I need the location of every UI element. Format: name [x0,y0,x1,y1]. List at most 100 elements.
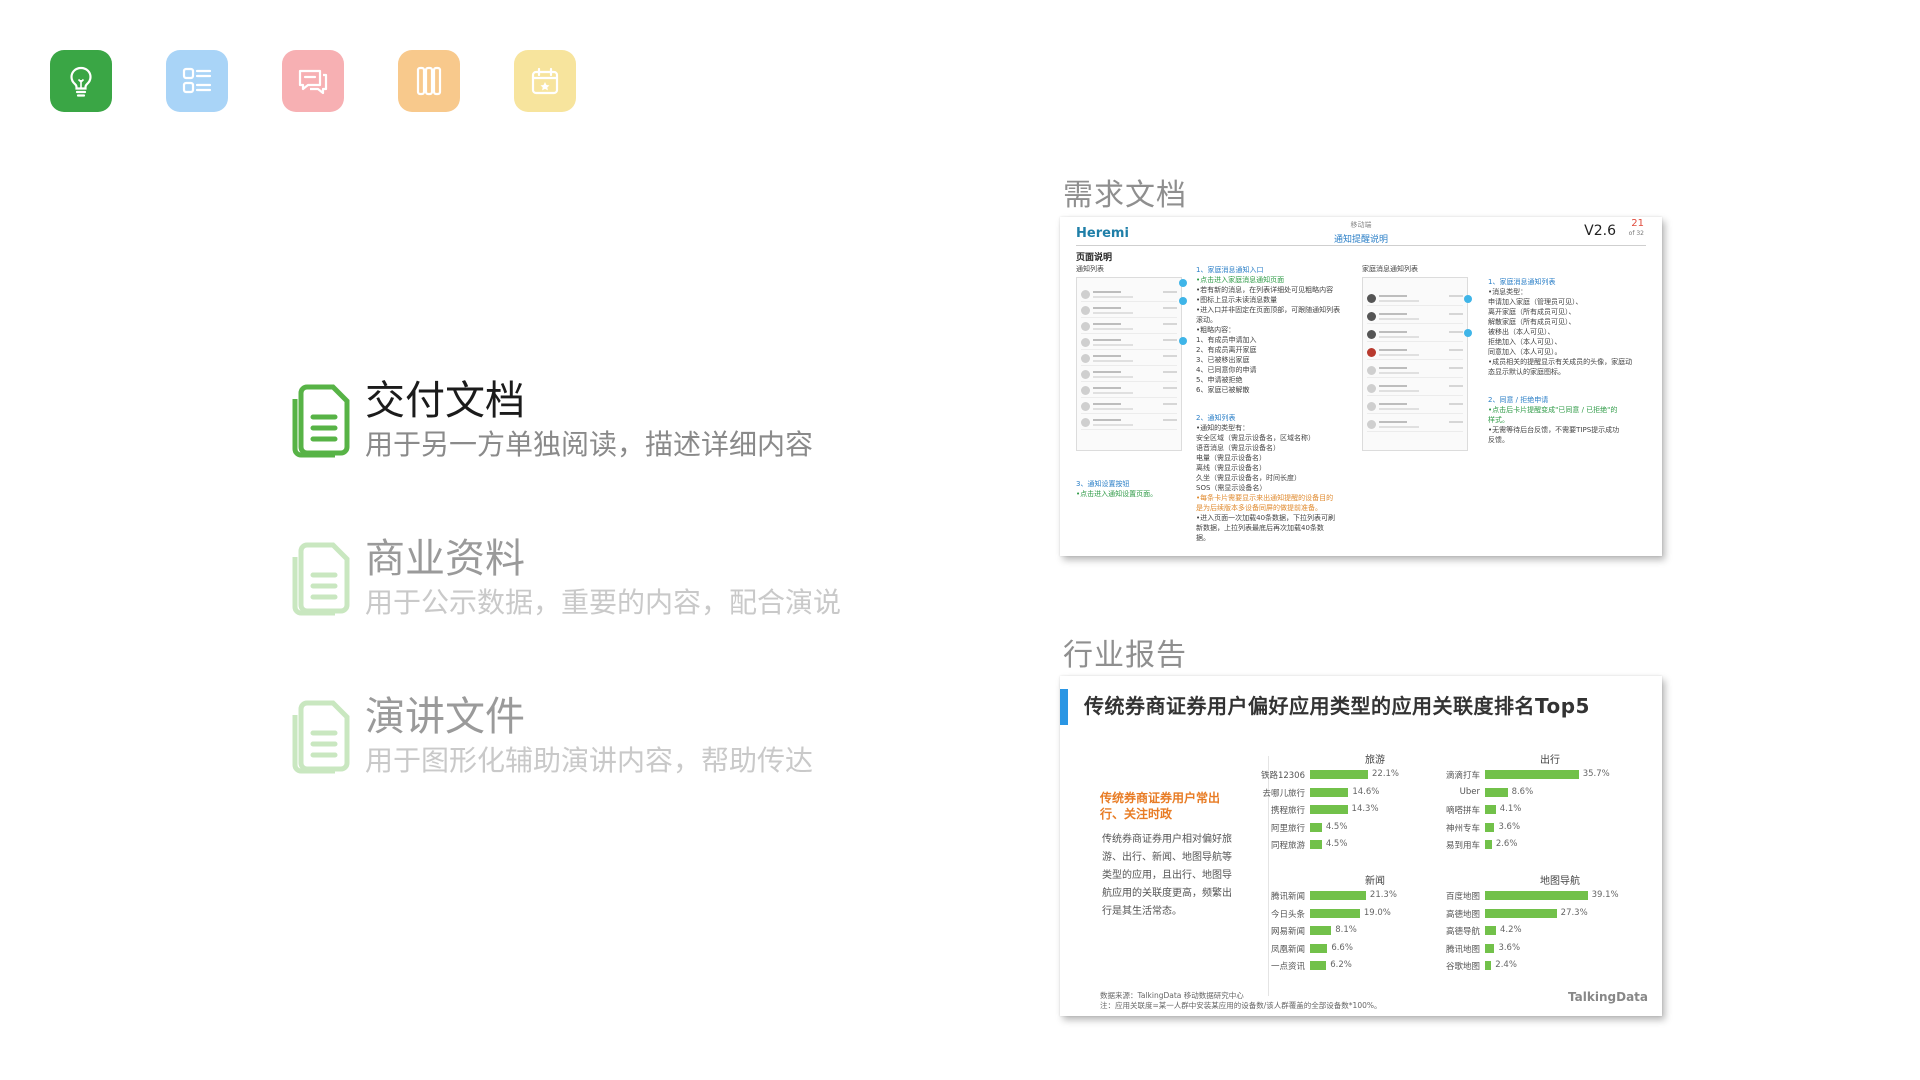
note-approve-title: 2、同意 / 拒绝申请 [1488,396,1549,404]
category-label: 腾讯新闻 [1270,892,1305,902]
note-entry-body: •若有新的消息，在列表详细处可见粗略内容 •图标上显示未读消息数量 •进入口并非… [1196,286,1341,394]
list-icon [182,67,212,94]
bar [1485,770,1579,779]
bar [1485,822,1495,832]
note-settings-action: •点击进入通知设置页面。 [1076,490,1158,498]
bar [1310,908,1360,918]
chat-app-icon[interactable] [282,50,344,112]
requirement-heading: 需求文档 [1063,178,1187,213]
list-item [1367,364,1463,378]
value-label: 14.3% [1351,804,1379,814]
category-label: 携程旅行 [1270,806,1305,816]
doc-list-item-delivery[interactable]: 交付文档 用于另一方单独阅读，描述详细内容 [283,377,813,463]
list-app-icon[interactable] [166,50,228,112]
category-label: 一点资讯 [1270,962,1305,972]
value-label: 2.4% [1495,960,1517,970]
slide-subtitle: 通知提醒说明 [1333,235,1388,245]
lightbulb-app-icon[interactable] [50,50,112,112]
list-item [1081,336,1177,350]
bar [1485,943,1495,953]
note-approve-body: •无需等待后台反馈，不需要TIPS提示成功 反馈。 [1488,426,1620,444]
value-label: 21.3% [1369,890,1397,900]
section-title: 页面说明 [1076,253,1113,263]
list-item [1367,400,1463,414]
bar [1310,822,1322,832]
annotation-marker [1464,329,1472,337]
category-label: 腾讯地图 [1445,944,1480,955]
doc-list-item-business[interactable]: 商业资料 用于公示数据，重要的内容，配合演说 [283,535,841,621]
list-item [1081,288,1177,302]
bar [1310,891,1366,900]
value-label: 6.6% [1331,942,1353,953]
title-accent-bar [1060,689,1068,725]
category-label: 高德地图 [1445,909,1480,920]
list-item [1081,384,1177,398]
value-label: 14.6% [1352,786,1380,797]
bar [1485,787,1508,797]
list-item [1081,400,1177,414]
document-icon [292,542,350,616]
page-total: of 32 [1628,230,1644,237]
industry-report-slide[interactable]: 传统券商证券用户偏好应用类型的应用关联度排名Top5 传统券商证券用户常出 行、… [1060,676,1662,1016]
doc-list-item-speech[interactable]: 演讲文件 用于图形化辅助演讲内容，帮助传达 [283,693,813,779]
category-label: Uber [1459,786,1480,797]
bar [1310,770,1368,779]
chat-icon [298,69,328,95]
requirement-slide[interactable]: Heremi 移动端 通知提醒说明 V2.6 21 of 32 页面说明 通知列… [1060,217,1662,556]
list-item [1081,368,1177,382]
report-highlight: 传统券商证券用户常出 行、关注时政 [1100,791,1221,821]
note-list-warning: •每条卡片需要显示来出通知提醒的设备目的 是为后续版本多设备同屏的做提前准备。 [1196,494,1334,512]
chart-title: 出行 [1540,755,1560,766]
slide-platform: 移动端 [1350,221,1372,229]
category-label: 神州专车 [1445,823,1480,834]
category-label: 易到用车 [1445,841,1480,851]
value-label: 4.1% [1499,804,1522,814]
chart-title: 旅游 [1365,755,1385,766]
list-item [1081,352,1177,366]
value-label: 4.2% [1500,925,1522,935]
doc-description: 用于图形化辅助演讲内容，帮助传达 [365,744,814,777]
value-label: 4.5% [1325,839,1348,849]
category-label: 百度地图 [1445,892,1480,902]
bar [1310,805,1348,814]
category-label: 同程旅游 [1270,841,1305,851]
doc-description: 用于公示数据，重要的内容，配合演说 [365,586,842,619]
header-divider [1076,245,1646,246]
doc-description: 用于另一方单独阅读，描述详细内容 [365,428,814,461]
chart-title: 新闻 [1365,876,1385,887]
bar [1310,961,1327,970]
doc-title: 演讲文件 [365,694,525,740]
bar [1485,908,1557,918]
annotation-marker [1179,337,1187,345]
category-label: 嘀嗒拼车 [1445,806,1480,816]
category-label: 谷歌地图 [1445,962,1480,972]
category-label: 网易新闻 [1270,927,1305,937]
talkingdata-logo: TalkingData [1568,990,1648,1004]
report-title: 传统券商证券用户偏好应用类型的应用关联度排名Top5 [1084,694,1590,718]
page-number: 21 of 32 [1629,219,1644,239]
category-label: 铁路12306 [1260,771,1305,781]
category-label: 高德导航 [1445,927,1480,937]
value-label: 39.1% [1591,890,1619,900]
document-icon [292,384,350,458]
value-label: 3.6% [1498,942,1521,953]
phone-mockup-notifications [1076,277,1182,451]
report-body: 传统券商证券用户相对偏好旅 游、出行、新闻、地图导航等 类型的应用，且出行、地图… [1102,834,1232,917]
bar [1485,961,1492,970]
note-family-body: •消息类型： 申请加入家庭（管理员可见）、 离开家庭（所有成员可见）、 解散家庭… [1488,288,1633,376]
value-label: 3.6% [1498,821,1521,832]
category-label: 滴滴打车 [1445,771,1480,781]
columns-app-icon[interactable] [398,50,460,112]
value-label: 8.1% [1335,925,1357,935]
document-icon [292,700,350,774]
calendar-app-icon[interactable] [514,50,576,112]
annotation-marker [1179,297,1187,305]
note-entry-title: 1、家庭消息通知入口 [1196,266,1264,274]
doc-title: 商业资料 [365,536,525,582]
note-list-loading: •进入页面一次加载40条数据，下拉列表可刷 新数据，上拉列表最底后再次加载40条… [1196,514,1336,542]
chart-title: 地图导航 [1540,876,1580,887]
list-item [1367,328,1463,342]
note-list-body: •通知的类型有： 安全区域（需显示设备名，区域名称） 语音消息（需显示设备名） … [1196,424,1315,492]
bar [1310,926,1332,935]
version-label: V2.6 [1584,223,1616,239]
